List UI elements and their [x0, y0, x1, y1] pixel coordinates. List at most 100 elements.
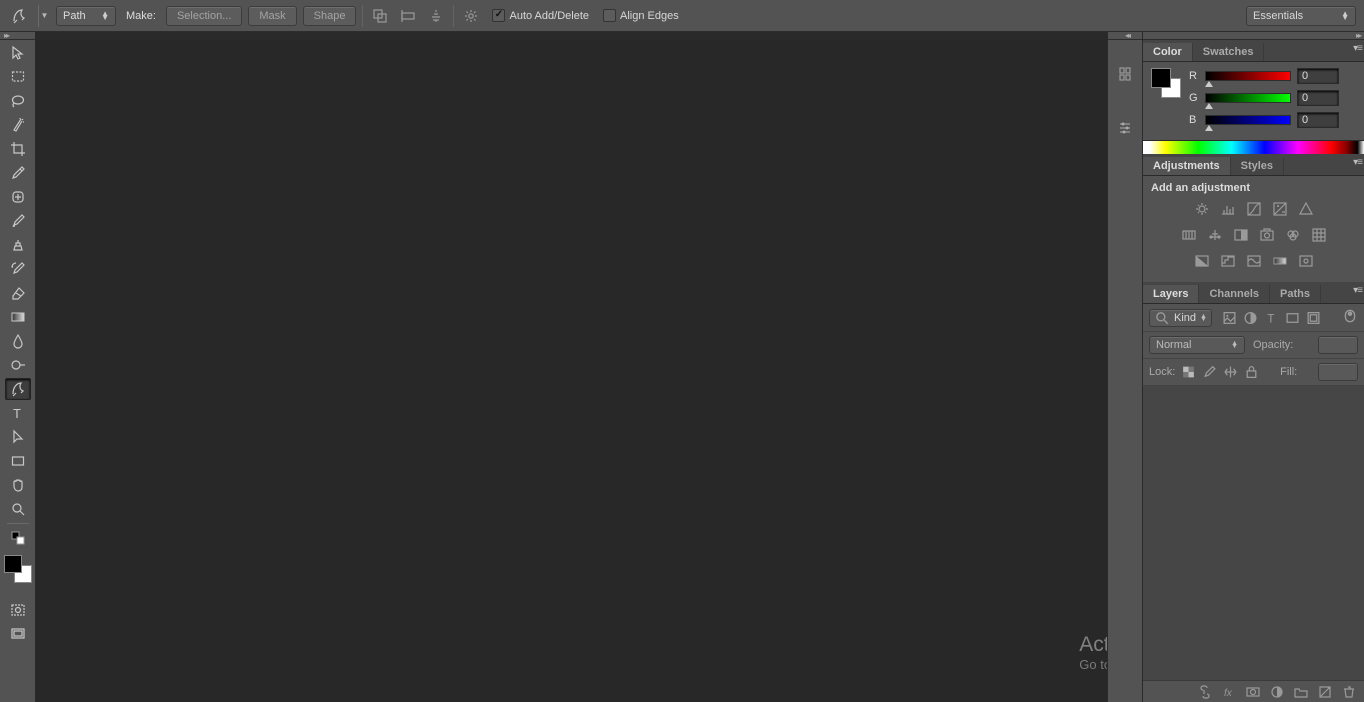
pen-mode-dropdown[interactable]: Path ▲▼: [56, 6, 116, 26]
tab-layers[interactable]: Layers: [1143, 285, 1199, 303]
auto-add-delete-check[interactable]: Auto Add/Delete: [492, 9, 589, 22]
brush-tool-icon[interactable]: [5, 210, 31, 232]
active-tool-icon[interactable]: [6, 3, 32, 29]
blend-mode-dropdown[interactable]: Normal ▲▼: [1149, 336, 1245, 354]
foreground-background-swatch[interactable]: [4, 555, 32, 583]
color-fgbg-swatch[interactable]: [1151, 68, 1181, 98]
posterize-icon[interactable]: [1218, 252, 1238, 270]
lock-position-icon[interactable]: [1223, 365, 1238, 380]
crop-tool-icon[interactable]: [5, 138, 31, 160]
b-input[interactable]: [1297, 112, 1339, 128]
panel-menu-icon[interactable]: ▾≡: [1353, 43, 1362, 54]
strip-collapse-handle[interactable]: ◂◂: [1108, 32, 1142, 40]
screen-mode-icon[interactable]: [5, 623, 31, 645]
lock-image-icon[interactable]: [1202, 365, 1217, 380]
filter-pixel-icon[interactable]: [1222, 310, 1237, 325]
channel-mixer-icon[interactable]: [1283, 226, 1303, 244]
filter-shape-icon[interactable]: [1285, 310, 1300, 325]
canvas-area[interactable]: [36, 40, 1107, 702]
gradient-tool-icon[interactable]: [5, 306, 31, 328]
path-arrange-icon[interactable]: [425, 5, 447, 27]
black-white-icon[interactable]: [1231, 226, 1251, 244]
layer-filter-kind-dropdown[interactable]: Kind ▲▼: [1149, 309, 1212, 327]
tool-preset-picker[interactable]: ▼: [38, 5, 50, 27]
quick-mask-icon[interactable]: [5, 599, 31, 621]
new-layer-icon[interactable]: [1318, 685, 1332, 699]
path-ops-combine-icon[interactable]: [369, 5, 391, 27]
vibrance-icon[interactable]: [1296, 200, 1316, 218]
tab-styles[interactable]: Styles: [1231, 157, 1284, 175]
make-shape-button[interactable]: Shape: [303, 6, 357, 26]
tab-channels[interactable]: Channels: [1199, 285, 1270, 303]
exposure-icon[interactable]: [1270, 200, 1290, 218]
gradient-map-icon[interactable]: [1270, 252, 1290, 270]
tab-color[interactable]: Color: [1143, 43, 1193, 61]
rectangle-tool-icon[interactable]: [5, 450, 31, 472]
tab-paths[interactable]: Paths: [1270, 285, 1321, 303]
levels-icon[interactable]: [1218, 200, 1238, 218]
filter-adjustment-icon[interactable]: [1243, 310, 1258, 325]
g-input[interactable]: [1297, 90, 1339, 106]
b-slider[interactable]: [1205, 115, 1291, 125]
filter-smart-icon[interactable]: [1306, 310, 1321, 325]
color-spectrum[interactable]: [1143, 140, 1364, 154]
threshold-icon[interactable]: [1244, 252, 1264, 270]
adjustment-layer-icon[interactable]: [1270, 685, 1284, 699]
layer-style-icon[interactable]: fx: [1222, 685, 1236, 699]
history-panel-icon[interactable]: [1111, 60, 1139, 88]
tab-swatches[interactable]: Swatches: [1193, 43, 1265, 61]
filter-type-icon[interactable]: T: [1264, 310, 1279, 325]
eyedropper-tool-icon[interactable]: [5, 162, 31, 184]
fill-dropdown[interactable]: [1318, 363, 1358, 381]
brightness-contrast-icon[interactable]: [1192, 200, 1212, 218]
hand-tool-icon[interactable]: [5, 474, 31, 496]
photo-filter-icon[interactable]: [1257, 226, 1277, 244]
panel-menu-icon[interactable]: ▾≡: [1353, 285, 1362, 296]
clone-stamp-tool-icon[interactable]: [5, 234, 31, 256]
gear-icon[interactable]: [460, 5, 482, 27]
tools-collapse-handle[interactable]: ▸▸: [0, 32, 35, 40]
opacity-dropdown[interactable]: [1318, 336, 1358, 354]
new-group-icon[interactable]: [1294, 685, 1308, 699]
default-colors-icon[interactable]: [5, 527, 31, 549]
color-lookup-icon[interactable]: [1309, 226, 1329, 244]
curves-icon[interactable]: [1244, 200, 1264, 218]
path-align-icon[interactable]: [397, 5, 419, 27]
selective-color-icon[interactable]: [1296, 252, 1316, 270]
magic-wand-tool-icon[interactable]: [5, 114, 31, 136]
panel-menu-icon[interactable]: ▾≡: [1353, 157, 1362, 168]
lock-transparent-icon[interactable]: [1181, 365, 1196, 380]
align-edges-check[interactable]: Align Edges: [603, 9, 679, 22]
eraser-tool-icon[interactable]: [5, 282, 31, 304]
r-input[interactable]: [1297, 68, 1339, 84]
move-tool-icon[interactable]: [5, 42, 31, 64]
panels-collapse-handle[interactable]: ▸▸: [1143, 32, 1364, 40]
g-slider[interactable]: [1205, 93, 1291, 103]
tab-adjustments[interactable]: Adjustments: [1143, 157, 1231, 175]
workspace-dropdown[interactable]: Essentials ▲▼: [1246, 6, 1356, 26]
foreground-color-swatch[interactable]: [4, 555, 22, 573]
zoom-tool-icon[interactable]: [5, 498, 31, 520]
pen-tool-icon[interactable]: [5, 378, 31, 400]
hue-saturation-icon[interactable]: [1179, 226, 1199, 244]
panel-fg-swatch[interactable]: [1151, 68, 1171, 88]
type-tool-icon[interactable]: T: [5, 402, 31, 424]
r-slider[interactable]: [1205, 71, 1291, 81]
path-selection-tool-icon[interactable]: [5, 426, 31, 448]
blur-tool-icon[interactable]: [5, 330, 31, 352]
make-selection-button[interactable]: Selection...: [166, 6, 242, 26]
layers-list[interactable]: [1143, 386, 1364, 680]
delete-layer-icon[interactable]: [1342, 685, 1356, 699]
filter-toggle-icon[interactable]: [1342, 308, 1358, 327]
lasso-tool-icon[interactable]: [5, 90, 31, 112]
layer-mask-icon[interactable]: [1246, 685, 1260, 699]
history-brush-tool-icon[interactable]: [5, 258, 31, 280]
lock-all-icon[interactable]: [1244, 365, 1259, 380]
color-balance-icon[interactable]: [1205, 226, 1225, 244]
invert-icon[interactable]: [1192, 252, 1212, 270]
dodge-tool-icon[interactable]: [5, 354, 31, 376]
marquee-tool-icon[interactable]: [5, 66, 31, 88]
make-mask-button[interactable]: Mask: [248, 6, 296, 26]
healing-brush-tool-icon[interactable]: [5, 186, 31, 208]
link-layers-icon[interactable]: [1198, 685, 1212, 699]
